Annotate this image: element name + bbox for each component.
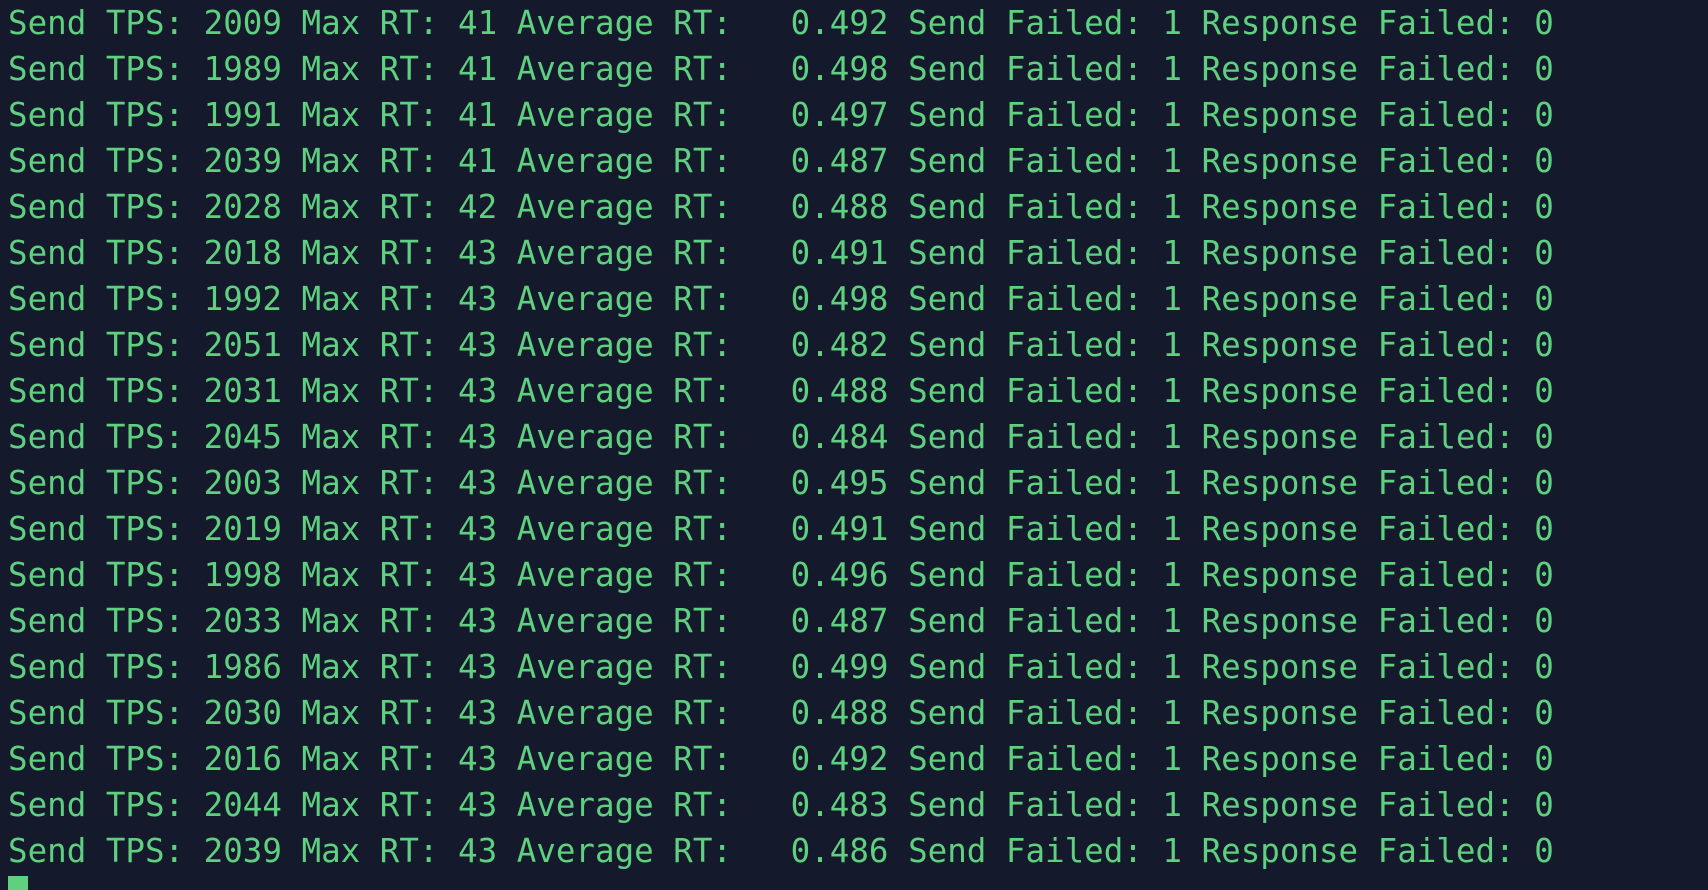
terminal-output: Send TPS: 2009 Max RT: 41 Average RT: 0.… bbox=[8, 0, 1708, 874]
output-line: Send TPS: 2019 Max RT: 43 Average RT: 0.… bbox=[8, 510, 1554, 548]
output-line: Send TPS: 1992 Max RT: 43 Average RT: 0.… bbox=[8, 280, 1554, 318]
output-line: Send TPS: 2033 Max RT: 43 Average RT: 0.… bbox=[8, 602, 1554, 640]
output-line: Send TPS: 2039 Max RT: 41 Average RT: 0.… bbox=[8, 142, 1554, 180]
output-line: Send TPS: 1998 Max RT: 43 Average RT: 0.… bbox=[8, 556, 1554, 594]
output-line: Send TPS: 1991 Max RT: 41 Average RT: 0.… bbox=[8, 96, 1554, 134]
output-line: Send TPS: 2009 Max RT: 41 Average RT: 0.… bbox=[8, 4, 1554, 42]
output-line: Send TPS: 2044 Max RT: 43 Average RT: 0.… bbox=[8, 786, 1554, 824]
terminal-window[interactable]: Send TPS: 2009 Max RT: 41 Average RT: 0.… bbox=[0, 0, 1708, 890]
output-line: Send TPS: 2018 Max RT: 43 Average RT: 0.… bbox=[8, 234, 1554, 272]
output-line: Send TPS: 2028 Max RT: 42 Average RT: 0.… bbox=[8, 188, 1554, 226]
output-line: Send TPS: 2003 Max RT: 43 Average RT: 0.… bbox=[8, 464, 1554, 502]
output-line: Send TPS: 2030 Max RT: 43 Average RT: 0.… bbox=[8, 694, 1554, 732]
output-line: Send TPS: 2031 Max RT: 43 Average RT: 0.… bbox=[8, 372, 1554, 410]
output-line: Send TPS: 1986 Max RT: 43 Average RT: 0.… bbox=[8, 648, 1554, 686]
output-line: Send TPS: 2051 Max RT: 43 Average RT: 0.… bbox=[8, 326, 1554, 364]
terminal-cursor bbox=[8, 876, 28, 890]
output-line: Send TPS: 2016 Max RT: 43 Average RT: 0.… bbox=[8, 740, 1554, 778]
output-line: Send TPS: 2045 Max RT: 43 Average RT: 0.… bbox=[8, 418, 1554, 456]
output-line: Send TPS: 2039 Max RT: 43 Average RT: 0.… bbox=[8, 832, 1554, 870]
output-line: Send TPS: 1989 Max RT: 41 Average RT: 0.… bbox=[8, 50, 1554, 88]
